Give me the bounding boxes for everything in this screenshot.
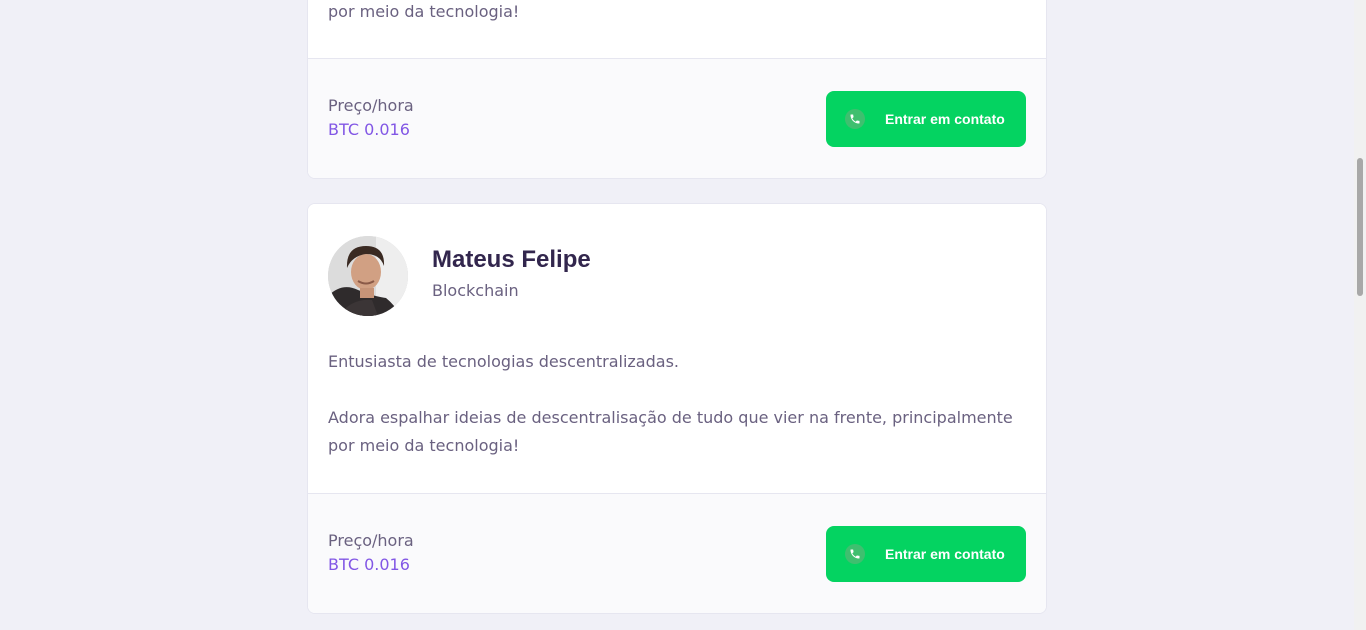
teacher-card-body: Mateus Felipe Blockchain Entusiasta de t… (308, 204, 1046, 494)
teacher-name: Mateus Felipe (432, 246, 591, 273)
teacher-card-footer: Preço/hora BTC 0.016 Entrar em contato (308, 494, 1046, 613)
price-value: BTC 0.016 (328, 555, 410, 574)
page: por meio da tecnologia! Preço/hora BTC 0… (0, 0, 1354, 630)
contact-button-label: Entrar em contato (885, 111, 1005, 127)
contact-button[interactable]: Entrar em contato (826, 91, 1026, 147)
teacher-bio-line: Entusiasta de tecnologias descentralizad… (328, 352, 679, 371)
price-label: Preço/hora (328, 531, 414, 550)
teacher-card-body: por meio da tecnologia! (308, 0, 1046, 59)
whatsapp-icon (845, 544, 865, 564)
teacher-bio-line: por meio da tecnologia! (328, 436, 520, 455)
scrollbar-thumb[interactable] (1357, 158, 1363, 296)
teacher-bio-line: Adora espalhar ideias de descentralisaçã… (328, 408, 1013, 427)
vertical-scrollbar[interactable] (1354, 0, 1366, 630)
teacher-card: Mateus Felipe Blockchain Entusiasta de t… (307, 203, 1047, 614)
contact-button[interactable]: Entrar em contato (826, 526, 1026, 582)
avatar (328, 236, 408, 316)
whatsapp-icon (845, 109, 865, 129)
teacher-subject: Blockchain (432, 281, 519, 300)
contact-button-label: Entrar em contato (885, 546, 1005, 562)
price-value: BTC 0.016 (328, 120, 410, 139)
teacher-card-footer: Preço/hora BTC 0.016 Entrar em contato (308, 59, 1046, 178)
teacher-bio-line: por meio da tecnologia! (328, 2, 520, 21)
teacher-card: por meio da tecnologia! Preço/hora BTC 0… (307, 0, 1047, 179)
price-label: Preço/hora (328, 96, 414, 115)
